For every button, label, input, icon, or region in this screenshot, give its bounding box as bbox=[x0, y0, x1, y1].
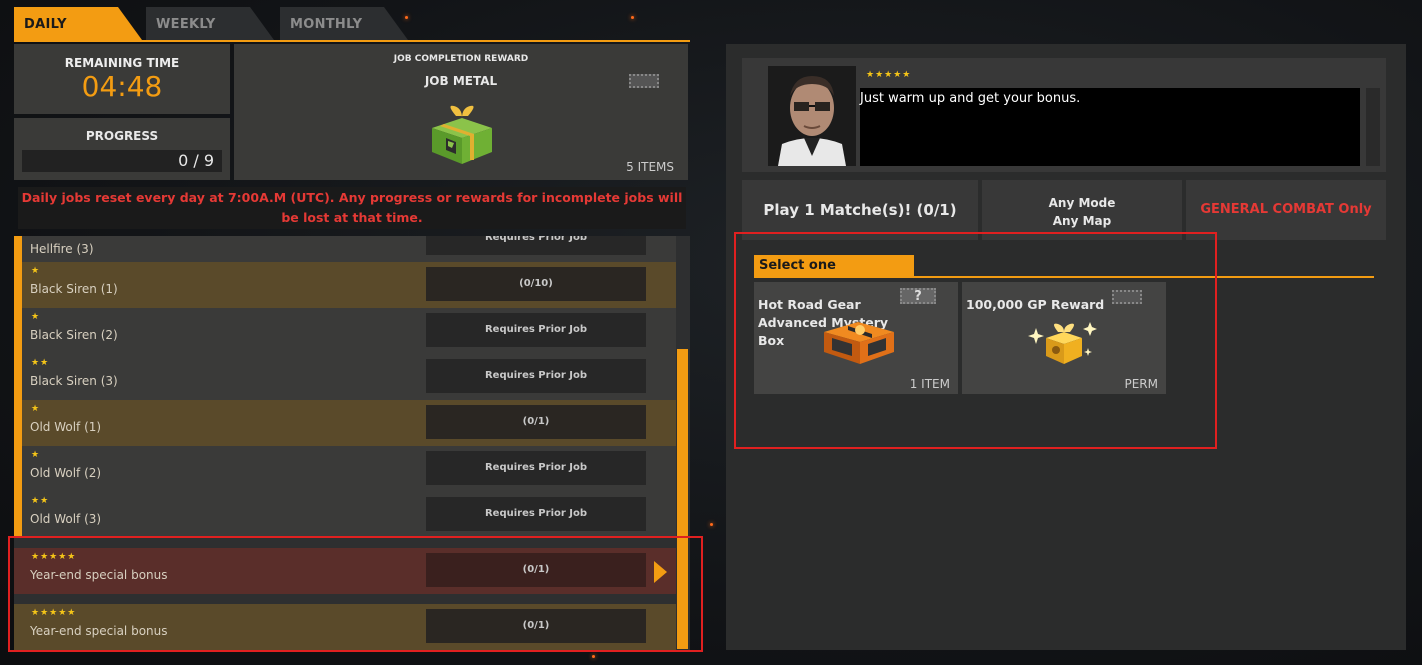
ember-decoration bbox=[710, 523, 713, 526]
job-name: Black Siren (3) bbox=[30, 374, 118, 388]
remaining-time-label: REMAINING TIME bbox=[64, 56, 180, 70]
job-name: Old Wolf (2) bbox=[30, 466, 102, 480]
tab-daily[interactable]: DAILY bbox=[14, 7, 142, 40]
job-status: Requires Prior Job bbox=[426, 497, 646, 531]
period-tabs: DAILY WEEKLY MONTHLY bbox=[14, 7, 690, 42]
job-status: Requires Prior Job bbox=[426, 451, 646, 485]
objective-text: Play 1 Matche(s)! (0/1) bbox=[742, 180, 978, 240]
remaining-time-value: 04:48 bbox=[81, 70, 163, 103]
ticket-icon bbox=[629, 74, 659, 88]
tab-monthly[interactable]: MONTHLY bbox=[280, 7, 408, 40]
job-row[interactable]: ★★ Black Siren (3) Requires Prior Job bbox=[14, 354, 676, 400]
job-stars: ★ bbox=[31, 266, 41, 276]
job-name: Hellfire (3) bbox=[30, 242, 94, 256]
job-stars: ★★ bbox=[31, 358, 50, 368]
job-row[interactable]: ★ Black Siren (2) Requires Prior Job bbox=[14, 308, 676, 354]
job-name: Black Siren (2) bbox=[30, 328, 118, 342]
job-stars: ★ bbox=[31, 404, 41, 414]
dialog-scrollbar[interactable] bbox=[1366, 88, 1380, 166]
job-row[interactable]: ★ Old Wolf (2) Requires Prior Job bbox=[14, 446, 676, 492]
highlight-frame-rewards bbox=[734, 232, 1217, 449]
progress-label: PROGRESS bbox=[85, 129, 159, 143]
job-stars: ★ bbox=[31, 450, 41, 460]
progress-value: 0 / 9 bbox=[22, 150, 222, 172]
row-accent bbox=[14, 492, 22, 538]
character-portrait bbox=[768, 66, 856, 166]
mode-text: Any Mode bbox=[1048, 196, 1116, 210]
job-status: Requires Prior Job bbox=[426, 313, 646, 347]
tab-weekly[interactable]: WEEKLY bbox=[146, 7, 274, 40]
progress-panel: PROGRESS 0 / 9 bbox=[14, 118, 230, 180]
dialog-text: Just warm up and get your bonus. bbox=[860, 88, 1360, 166]
job-row[interactable]: ★★ Old Wolf (3) Requires Prior Job bbox=[14, 492, 676, 538]
row-accent bbox=[14, 308, 22, 354]
job-stars: ★★ bbox=[31, 496, 50, 506]
mode-map-box: Any Mode Any Map bbox=[982, 180, 1182, 240]
row-accent bbox=[14, 400, 22, 446]
job-name: Old Wolf (3) bbox=[30, 512, 102, 526]
job-name: Old Wolf (1) bbox=[30, 420, 102, 434]
job-status: (0/10) bbox=[426, 267, 646, 301]
reward-title: JOB COMPLETION REWARD bbox=[393, 54, 529, 64]
reward-name: JOB METAL bbox=[424, 74, 498, 88]
remaining-time-panel: REMAINING TIME 04:48 bbox=[14, 44, 230, 114]
ember-decoration bbox=[592, 655, 595, 658]
job-row[interactable]: ★ Black Siren (1) (0/10) bbox=[14, 262, 676, 308]
job-completion-reward-panel[interactable]: JOB COMPLETION REWARD JOB METAL 5 ITEMS bbox=[234, 44, 688, 180]
reset-notice: Daily jobs reset every day at 7:00A.M (U… bbox=[18, 187, 686, 229]
job-status: Requires Prior Job bbox=[426, 359, 646, 393]
row-accent bbox=[14, 354, 22, 400]
row-accent bbox=[14, 262, 22, 308]
job-status: Requires Prior Job bbox=[426, 236, 646, 255]
dialog-stars: ★★★★★ bbox=[866, 70, 912, 80]
restriction-text: GENERAL COMBAT Only bbox=[1186, 180, 1386, 240]
reward-count: 5 ITEMS bbox=[626, 160, 674, 174]
map-text: Any Map bbox=[1052, 214, 1112, 228]
gift-box-icon bbox=[432, 105, 492, 164]
highlight-frame-jobs bbox=[8, 536, 703, 652]
row-accent bbox=[14, 446, 22, 492]
job-row[interactable]: ★ Old Wolf (1) (0/1) bbox=[14, 400, 676, 446]
job-status: (0/1) bbox=[426, 405, 646, 439]
job-name: Black Siren (1) bbox=[30, 282, 118, 296]
job-stars: ★ bbox=[31, 312, 41, 322]
